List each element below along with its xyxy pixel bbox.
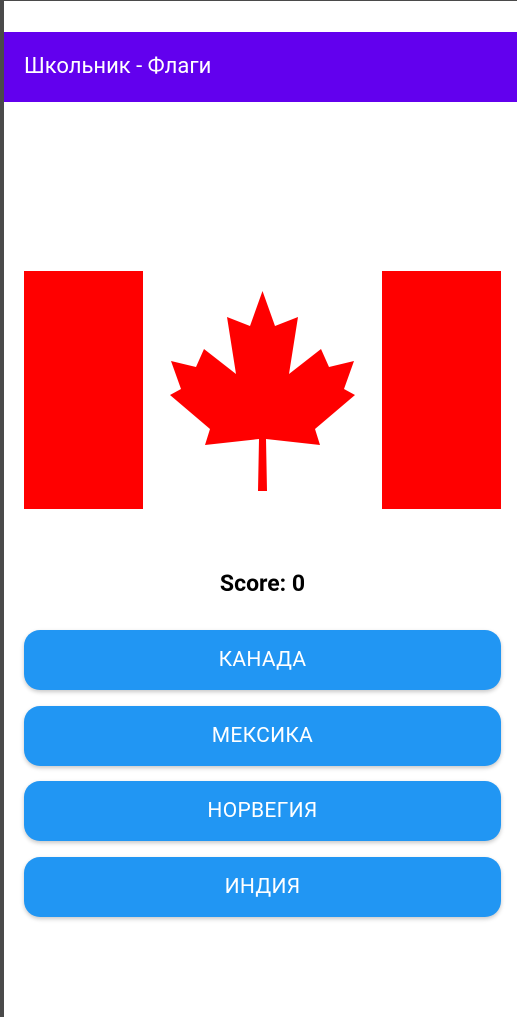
answer-button-canada[interactable]: КАНАДА — [24, 630, 501, 690]
score-label: Score: 0 — [219, 570, 306, 597]
app-bar: Школьник - Флаги — [4, 32, 517, 102]
app-title: Школьник - Флаги — [24, 54, 212, 79]
window-top-edge — [0, 0, 517, 1]
canada-flag-image — [24, 271, 501, 509]
answer-button-norway[interactable]: НОРВЕГИЯ — [24, 781, 501, 841]
flag-left-band — [24, 271, 143, 509]
answer-button-india[interactable]: ИНДИЯ — [24, 857, 501, 917]
flag-right-band — [382, 271, 501, 509]
window-left-edge — [0, 0, 4, 1017]
answer-button-mexico[interactable]: МЕКСИКА — [24, 706, 501, 766]
